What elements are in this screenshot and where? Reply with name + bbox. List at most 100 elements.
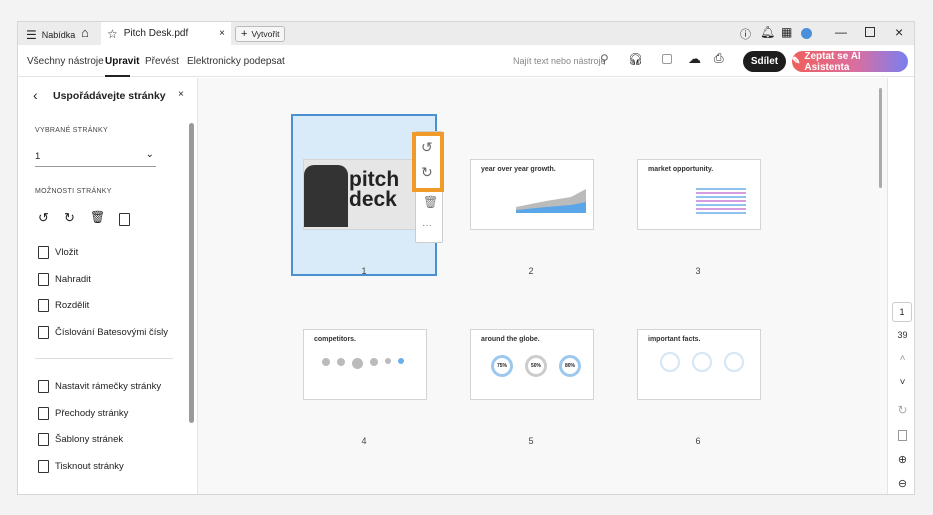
maximize-icon[interactable]	[865, 27, 875, 37]
item-label: Přechody stránky	[55, 408, 129, 419]
page-number: 3	[695, 266, 701, 276]
insert-item[interactable]: Vložit	[38, 246, 78, 259]
back-icon[interactable]: ‹	[33, 87, 38, 103]
document-tab[interactable]: ☆ Pitch Desk.pdf ×	[101, 22, 231, 45]
headphones-icon[interactable]: 🎧︎	[628, 52, 643, 66]
rotate-left-icon[interactable]: ↺	[421, 139, 433, 156]
stat-ring: 50%	[525, 355, 547, 377]
total-pages: 39	[897, 330, 908, 340]
page-transitions-item[interactable]: Přechody stránky	[38, 407, 128, 420]
panel-scrollbar[interactable]	[189, 123, 194, 423]
zoom-in-icon[interactable]: ⊕	[888, 453, 914, 466]
replace-page-icon	[38, 273, 49, 286]
item-label: Číslování Batesovými čísly	[55, 327, 168, 338]
item-label: Nahradit	[55, 274, 91, 285]
thumb-title: year over year growth.	[481, 166, 556, 173]
search-input[interactable]: Najít text nebo nástroje	[513, 56, 606, 66]
page-number-input[interactable]: 1	[892, 302, 912, 322]
chevron-down-icon[interactable]: ˅	[888, 377, 914, 388]
upload-cloud-icon[interactable]: ☁	[688, 51, 701, 67]
extract-page-icon[interactable]	[119, 213, 130, 226]
templates-icon	[38, 433, 49, 446]
print-pages-item[interactable]: Tisknout stránky	[38, 460, 124, 473]
rotate-right-icon[interactable]: ↻	[421, 164, 433, 181]
hamburger-icon: ☰	[26, 28, 37, 42]
page-boxes-item[interactable]: Nastavit rámečky stránky	[38, 380, 161, 393]
page-thumbnail-2[interactable]: year over year growth.	[470, 159, 594, 230]
market-pictogram	[696, 188, 746, 214]
page-thumbnail-4[interactable]: competitors.	[303, 329, 427, 400]
save-icon[interactable]	[662, 54, 672, 64]
tab-title: Pitch Desk.pdf	[123, 28, 189, 39]
chevron-up-icon[interactable]: ˄	[888, 353, 914, 364]
tab-edit[interactable]: Upravit	[105, 56, 139, 67]
panel-title: Uspořádávejte stránky	[53, 90, 166, 102]
zoom-out-icon[interactable]: ⊖	[888, 477, 914, 490]
ai-assistant-button[interactable]: ✎ Zeptat se AI Asistenta	[792, 50, 908, 73]
ai-label: Zeptat se AI Asistenta	[804, 50, 861, 73]
item-label: Rozdělit	[55, 300, 90, 311]
menu-button[interactable]: ☰ Nabídka	[26, 28, 75, 42]
search-icon[interactable]: ⚲	[600, 52, 609, 66]
chevron-down-icon: ⌄	[145, 149, 154, 160]
minimize-icon[interactable]: —	[835, 25, 847, 39]
competitor-bubbles	[322, 358, 404, 369]
page-thumbnail-1[interactable]: pitch deck	[303, 159, 427, 230]
avatar[interactable]	[801, 28, 812, 39]
rotate-view-icon[interactable]: ↻	[888, 403, 914, 417]
transitions-icon	[38, 407, 49, 420]
tab-sign[interactable]: Elektronicky podepsat	[187, 56, 285, 67]
share-button[interactable]: Sdílet	[743, 51, 786, 72]
pages-area: pitch deck 🗑︎ ··· ↺ ↻ 1 year over year g…	[198, 78, 887, 494]
thumb-title: competitors.	[314, 336, 357, 343]
print-icon	[38, 460, 49, 473]
bates-numbering-item[interactable]: Číslování Batesovými čísly	[38, 326, 168, 339]
rotate-right-icon[interactable]: ↻	[64, 210, 75, 226]
page-fit-icon[interactable]	[898, 430, 907, 441]
main-scrollbar[interactable]	[879, 88, 882, 188]
split-item[interactable]: Rozdělit	[38, 299, 89, 312]
toolbar: Všechny nástroje Upravit Převést Elektro…	[18, 45, 914, 77]
page-number: 5	[528, 436, 534, 446]
growth-chart	[516, 189, 586, 213]
thumb-title: around the globe.	[481, 336, 540, 343]
globe-stats: 75% 50% 80%	[491, 355, 581, 377]
page-templates-item[interactable]: Šablony stránek	[38, 433, 123, 446]
page-thumbnail-3[interactable]: market opportunity.	[637, 159, 761, 230]
more-icon[interactable]: ···	[422, 220, 432, 231]
organize-pages-panel: ‹ Uspořádávejte stránky × VYBRANÉ STRÁNK…	[18, 78, 198, 494]
tab-all-tools[interactable]: Všechny nástroje	[27, 56, 104, 67]
selected-pages-label: VYBRANÉ STRÁNKY	[35, 127, 108, 134]
tab-convert[interactable]: Převést	[145, 56, 179, 67]
page-thumbnail-5[interactable]: around the globe. 75% 50% 80%	[470, 329, 594, 400]
selected-pages-dropdown[interactable]: 1 ⌄	[35, 148, 156, 167]
item-label: Nastavit rámečky stránky	[55, 381, 162, 392]
close-tab-icon[interactable]: ×	[219, 28, 225, 39]
thumb-title: market opportunity.	[648, 166, 714, 173]
close-window-icon[interactable]: ×	[895, 24, 903, 40]
rotate-left-icon[interactable]: ↺	[38, 210, 49, 226]
create-button[interactable]: + Vytvořit	[235, 26, 286, 42]
home-icon[interactable]: ⌂	[81, 25, 89, 40]
page-number: 2	[528, 266, 534, 276]
page-thumbnail-6[interactable]: important facts.	[637, 329, 761, 400]
split-page-icon	[38, 299, 49, 312]
bell-icon[interactable]: 🔔︎	[760, 25, 775, 39]
menu-label: Nabídka	[41, 30, 76, 40]
thumb-title: important facts.	[648, 336, 701, 343]
close-panel-icon[interactable]: ×	[178, 89, 184, 100]
replace-item[interactable]: Nahradit	[38, 273, 91, 286]
page-number: 4	[361, 436, 367, 446]
print-icon[interactable]: ⎙	[714, 51, 724, 66]
delete-page-icon[interactable]: 🗑︎	[423, 195, 438, 209]
page-options-label: MOŽNOSTI STRÁNKY	[35, 188, 112, 195]
help-icon[interactable]: ⓘ	[740, 26, 751, 42]
plus-icon: +	[241, 28, 248, 40]
share-label: Sdílet	[750, 56, 779, 67]
active-tab-indicator	[105, 75, 130, 77]
star-icon[interactable]: ☆	[107, 27, 118, 41]
facts-circles	[660, 352, 744, 372]
stat-ring: 75%	[491, 355, 513, 377]
delete-icon[interactable]: 🗑︎	[90, 210, 105, 224]
apps-grid-icon[interactable]: ▦	[781, 25, 792, 39]
